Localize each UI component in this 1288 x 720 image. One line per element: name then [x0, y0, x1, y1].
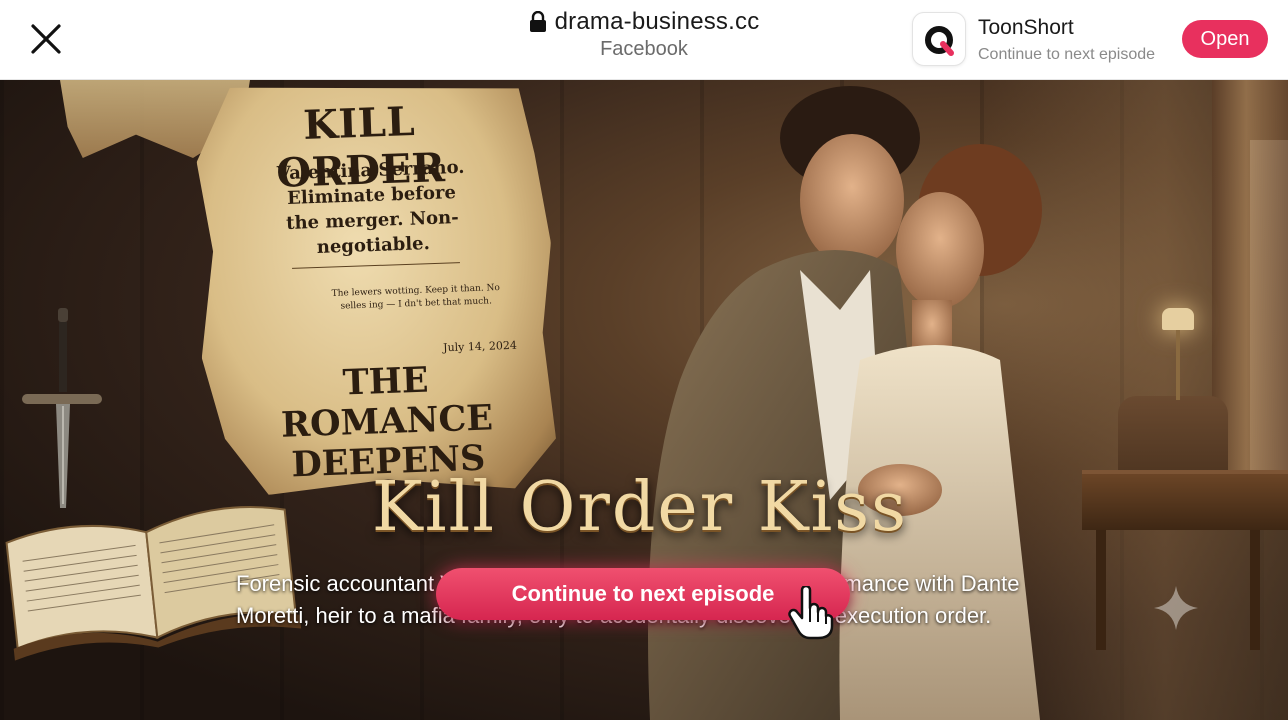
app-name: ToonShort: [978, 16, 1074, 39]
dagger-icon: [22, 308, 102, 508]
app-subtitle: Continue to next episode: [978, 46, 1156, 63]
desk: [1082, 470, 1288, 530]
url-source: Facebook: [600, 38, 688, 60]
sparkle-icon: [1154, 586, 1198, 630]
browser-top-bar: drama-business.cc Facebook ToonShort Con…: [0, 0, 1288, 80]
lamp: [1162, 308, 1194, 330]
lock-icon: [529, 11, 546, 32]
q-logo-icon: [925, 26, 954, 56]
close-icon: [31, 24, 61, 54]
ad-hero-image[interactable]: KILL ORDER Valentina Serrano. Eliminate …: [0, 80, 1288, 720]
open-app-button[interactable]: Open: [1182, 20, 1268, 58]
hand-pointer-icon: [788, 586, 834, 640]
parchment-body: Valentina Serrano. Eliminate before the …: [276, 156, 465, 258]
close-button[interactable]: [24, 20, 68, 60]
url-domain: drama-business.cc: [554, 8, 760, 35]
app-info: ToonShort Continue to next episode: [978, 16, 1155, 64]
show-title: Kill Order Kiss: [371, 468, 909, 547]
parchment-date: July 14, 2024: [442, 338, 518, 355]
url-block[interactable]: drama-business.cc Facebook: [444, 8, 844, 61]
app-logo[interactable]: [912, 12, 966, 66]
